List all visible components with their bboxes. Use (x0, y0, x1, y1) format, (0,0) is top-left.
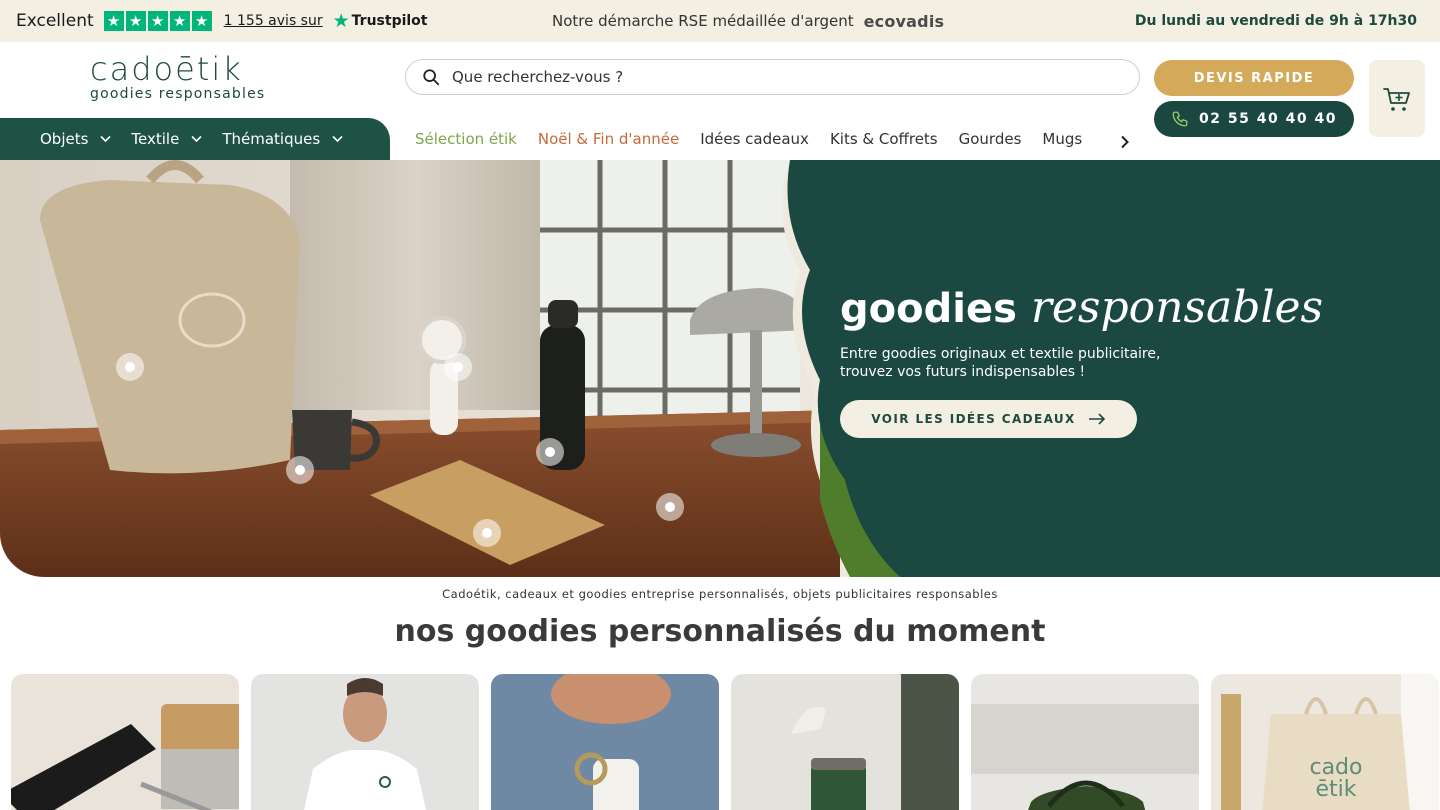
phone-number: 02 55 40 40 40 (1199, 111, 1337, 127)
hero-title-bold: goodies (840, 286, 1017, 332)
product-card[interactable] (251, 674, 479, 810)
star-icon: ★ (191, 11, 212, 31)
cutlery-kit-photo (11, 674, 239, 810)
gift-ideas-button[interactable]: VOIR LES IDÉES CADEAUX (840, 400, 1137, 438)
nav-label: Objets (40, 130, 89, 148)
arrow-right-icon (1088, 413, 1105, 425)
product-card[interactable] (11, 674, 239, 810)
trustpilot-logo[interactable]: ★ Trustpilot (333, 10, 428, 32)
hero-banner: goodies responsables Entre goodies origi… (0, 160, 1440, 577)
star-icon: ★ (125, 11, 146, 31)
rating-stars: ★ ★ ★ ★ ★ (103, 11, 212, 31)
nav-item-thematiques[interactable]: Thématiques (222, 130, 343, 148)
hero-subtitle-line: Entre goodies originaux et textile publi… (840, 346, 1161, 362)
hero-title: goodies responsables (840, 282, 1323, 333)
phone-icon (1172, 111, 1188, 127)
search-icon[interactable] (422, 68, 440, 86)
product-hotspot[interactable] (656, 493, 684, 521)
product-hotspot[interactable] (536, 438, 564, 466)
chevron-down-icon (332, 135, 343, 143)
cart-button[interactable] (1369, 60, 1425, 137)
main-nav: Objets Textile Thématiques (0, 118, 390, 160)
product-hotspot[interactable] (473, 519, 501, 547)
tshirt-photo (251, 674, 479, 810)
subnav-item-kits-coffrets[interactable]: Kits & Coffrets (830, 130, 938, 148)
subnav-item-mugs[interactable]: Mugs (1042, 130, 1082, 148)
keychain-photo (491, 674, 719, 810)
logo-wordmark: cadoētik (90, 50, 243, 88)
chevron-right-icon[interactable] (1116, 130, 1134, 154)
hero-title-italic: responsables (1030, 282, 1324, 333)
cart-icon (1383, 87, 1410, 111)
reviews-link[interactable]: 1 155 avis sur (224, 13, 323, 29)
trustpilot-star-icon: ★ (332, 10, 350, 32)
section-kicker: Cadoétik, cadeaux et goodies entreprise … (442, 587, 998, 601)
top-bar: Excellent ★ ★ ★ ★ ★ 1 155 avis sur ★ Tru… (0, 0, 1440, 42)
subnav-item-selection-etik[interactable]: Sélection étik (415, 130, 517, 148)
ecovadis-logo: ecovadis (863, 11, 945, 31)
chevron-down-icon (100, 135, 111, 143)
product-card[interactable] (731, 674, 959, 810)
product-card[interactable] (971, 674, 1199, 810)
site-logo[interactable]: cadoētik goodies responsables (90, 52, 280, 106)
rse-text: Notre démarche RSE médaillée d'argent (552, 12, 854, 30)
subnav-item-noel[interactable]: Noël & Fin d'année (538, 130, 679, 148)
subnav-item-idees-cadeaux[interactable]: Idées cadeaux (700, 130, 809, 148)
nav-item-textile[interactable]: Textile (131, 130, 202, 148)
search-input[interactable] (452, 68, 1092, 86)
phone-button[interactable]: 02 55 40 40 40 (1154, 101, 1354, 137)
hero-subtitle: Entre goodies originaux et textile publi… (840, 345, 1180, 381)
trustpilot-widget[interactable]: Excellent ★ ★ ★ ★ ★ 1 155 avis sur ★ Tru… (16, 0, 428, 42)
tote-bag-photo: cado ētik (1211, 674, 1439, 810)
star-icon: ★ (169, 11, 190, 31)
hero-subtitle-line: trouvez vos futurs indispensables ! (840, 364, 1086, 380)
rse-banner[interactable]: Notre démarche RSE médaillée d'argent ec… (552, 0, 944, 42)
rating-label: Excellent (16, 11, 94, 31)
product-card[interactable] (491, 674, 719, 810)
star-icon: ★ (103, 11, 124, 31)
product-hotspot[interactable] (116, 353, 144, 381)
trustpilot-label: Trustpilot (351, 13, 428, 29)
search-bar[interactable] (405, 59, 1140, 95)
nav-label: Textile (131, 130, 180, 148)
chevron-down-icon (191, 135, 202, 143)
section-title: nos goodies personnalisés du moment (394, 614, 1046, 649)
svg-text:ētik: ētik (1315, 777, 1356, 802)
product-hotspot[interactable] (286, 456, 314, 484)
category-nav: Sélection étik Noël & Fin d'année Idées … (415, 118, 1082, 160)
product-carousel: cado ētik (11, 674, 1439, 810)
product-card[interactable]: cado ētik (1211, 674, 1439, 810)
cooler-bag-photo (971, 674, 1199, 810)
subnav-item-gourdes[interactable]: Gourdes (959, 130, 1022, 148)
logo-tagline: goodies responsables (90, 86, 266, 102)
product-hotspot[interactable] (444, 353, 472, 381)
nav-label: Thématiques (222, 130, 321, 148)
quick-quote-button[interactable]: DEVIS RAPIDE (1154, 60, 1354, 96)
travel-mug-photo (731, 674, 959, 810)
opening-hours: Du lundi au vendredi de 9h à 17h30 (1134, 13, 1417, 29)
nav-item-objets[interactable]: Objets (40, 130, 111, 148)
star-icon: ★ (147, 11, 168, 31)
cta-label: VOIR LES IDÉES CADEAUX (871, 412, 1076, 426)
hero-product-photo (0, 160, 1440, 577)
